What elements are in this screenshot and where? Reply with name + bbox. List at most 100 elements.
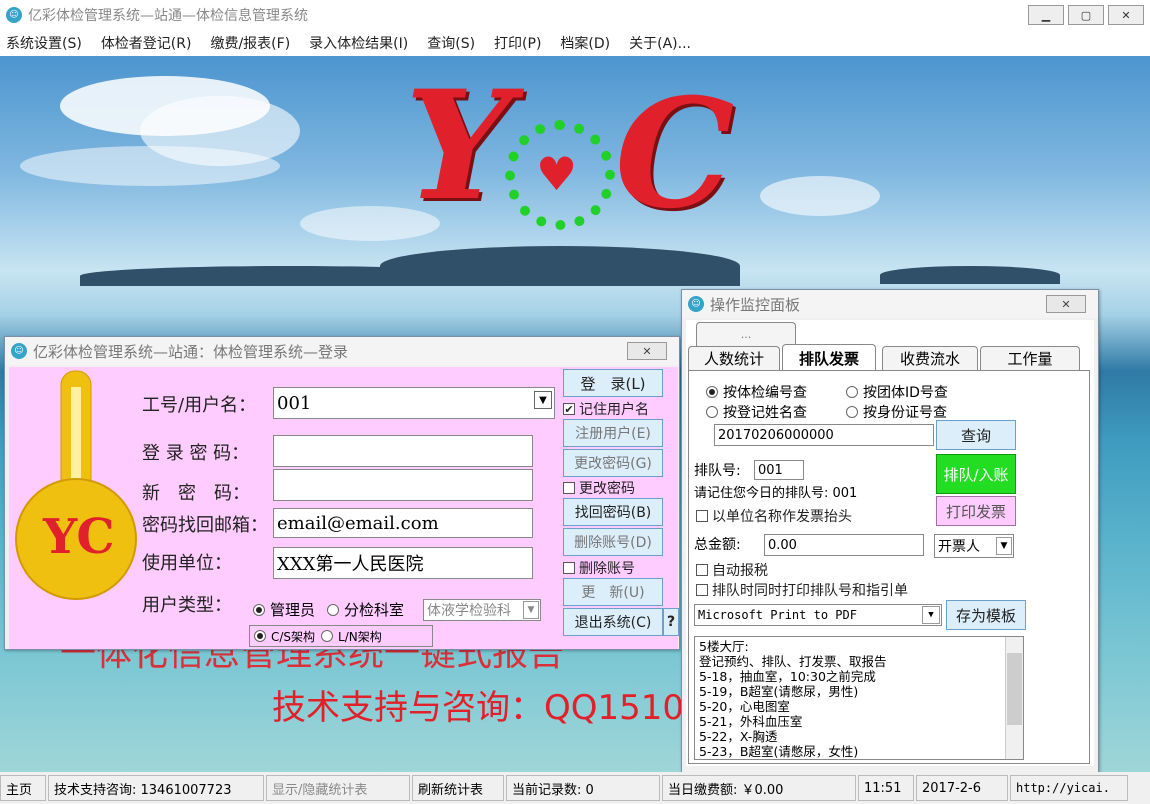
- issuer-value: 开票人: [938, 539, 980, 555]
- exam-no-label: 按体检编号查: [723, 385, 807, 401]
- status-date: 2017-2-6: [916, 775, 1008, 801]
- exit-button[interactable]: 退出系统(C): [563, 608, 663, 636]
- status-time: 11:51: [858, 775, 914, 801]
- heart-icon: ♥: [536, 147, 578, 201]
- close-icon[interactable]: ✕: [1108, 5, 1144, 25]
- issuer-select[interactable]: 开票人 ▼: [934, 534, 1014, 558]
- new-password-label: 新 密 码：: [142, 483, 250, 504]
- tab-queue-invoice[interactable]: 排队发票: [782, 344, 876, 372]
- id-card-label: 按身份证号查: [863, 405, 947, 421]
- logo-letter-c: C: [615, 66, 735, 242]
- print-guide-checkbox[interactable]: 排队时同时打印排队号和指引单: [696, 580, 908, 600]
- menu-system-settings[interactable]: 系统设置(S): [6, 33, 82, 53]
- menu-print[interactable]: 打印(P): [494, 33, 541, 53]
- admin-label: 管理员: [270, 601, 316, 619]
- window-title: 亿彩体检管理系统—站通—体检信息管理系统: [28, 8, 308, 24]
- remember-username-checkbox[interactable]: ✔ 记住用户名: [563, 399, 649, 419]
- tab-headcount[interactable]: 人数统计: [688, 346, 780, 370]
- menu-query[interactable]: 查询(S): [427, 33, 475, 53]
- login-dialog: ☺ 亿彩体检管理系统—站通：体检管理系统—登录 ✕ YC 工号/用户名： 001…: [4, 336, 680, 650]
- change-password-button[interactable]: 更改密码(G): [563, 449, 663, 477]
- new-password-input[interactable]: [273, 469, 533, 501]
- notes-textarea[interactable]: 5楼大厅: 登记预约、排队、打发票、取报告 5-18，抽血室，10:30之前完成…: [694, 636, 1024, 760]
- queue-remember-text: 请记住您今日的排队号: 001: [694, 486, 858, 501]
- queue-enter-button[interactable]: 排队/入账: [936, 454, 1016, 494]
- note-line: 5-22，X-胸透: [699, 729, 778, 744]
- cs-arch-label: C/S架构: [271, 629, 316, 644]
- register-button[interactable]: 注册用户(E): [563, 419, 663, 447]
- note-line: 登记预约、排队、打发票、取报告: [699, 654, 887, 669]
- find-password-button[interactable]: 找回密码(B): [563, 498, 663, 526]
- search-input[interactable]: 20170206000000: [714, 424, 934, 446]
- refresh-stats-button[interactable]: 刷新统计表: [412, 775, 504, 801]
- status-support: 技术支持咨询: 13461007723: [48, 775, 264, 801]
- radio-name[interactable]: [706, 406, 718, 418]
- printer-select[interactable]: Microsoft Print to PDF ▼: [694, 604, 942, 626]
- menu-billing[interactable]: 缴费/报表(F): [210, 33, 290, 53]
- department-select[interactable]: 体液学检验科 ▼: [423, 599, 541, 621]
- unit-invoice-checkbox[interactable]: 以单位名称作发票抬头: [696, 506, 852, 526]
- queue-input[interactable]: 001: [754, 460, 804, 480]
- chevron-down-icon[interactable]: ▼: [534, 391, 552, 409]
- close-icon[interactable]: ✕: [627, 342, 667, 360]
- radio-department[interactable]: [327, 603, 340, 616]
- note-line: 5-21，外科血压室: [699, 714, 803, 729]
- radio-admin[interactable]: [253, 603, 265, 616]
- title-bar: ☺ 亿彩体检管理系统—站通—体检信息管理系统 ▁ ▢ ✕: [0, 0, 1150, 30]
- name-label: 按登记姓名查: [723, 405, 807, 421]
- notes-scrollbar[interactable]: [1005, 637, 1023, 759]
- unit-label: 使用单位：: [142, 553, 232, 574]
- change-password-check-label: 更改密码: [579, 481, 635, 497]
- user-type-label: 用户类型：: [142, 595, 232, 616]
- app-logo-icon: ☺: [6, 7, 22, 23]
- key-logo-text: YC: [43, 509, 115, 565]
- maximize-icon[interactable]: ▢: [1068, 5, 1104, 25]
- tab-workload[interactable]: 工作量: [980, 346, 1080, 370]
- help-button[interactable]: ?: [663, 608, 679, 636]
- radio-cs-arch[interactable]: [254, 630, 266, 642]
- menu-archive[interactable]: 档案(D): [560, 33, 610, 53]
- delete-account-checkbox[interactable]: 删除账号: [563, 558, 635, 578]
- chevron-down-icon[interactable]: ▼: [922, 606, 940, 624]
- status-home[interactable]: 主页: [0, 775, 46, 801]
- print-invoice-button[interactable]: 打印发票: [936, 496, 1016, 526]
- total-amount-input[interactable]: 0.00: [764, 534, 924, 556]
- login-button[interactable]: 登 录(L): [563, 369, 663, 397]
- close-icon[interactable]: ✕: [1046, 295, 1086, 313]
- password-input[interactable]: [273, 435, 533, 467]
- department-value: 体液学检验科: [427, 603, 511, 619]
- query-button[interactable]: 查询: [936, 420, 1016, 450]
- radio-id-card[interactable]: [846, 406, 858, 418]
- menu-registration[interactable]: 体检者登记(R): [101, 33, 192, 53]
- radio-ln-arch[interactable]: [321, 630, 334, 642]
- tab-collapsed[interactable]: ...: [696, 322, 796, 346]
- username-value: 001: [277, 392, 312, 414]
- radio-exam-no[interactable]: [706, 386, 718, 398]
- menu-about[interactable]: 关于(A)...: [629, 33, 691, 53]
- save-template-button[interactable]: 存为模板: [946, 600, 1026, 630]
- unit-input[interactable]: XXX第一人民医院: [273, 547, 533, 579]
- note-line: 5-18，抽血室，10:30之前完成: [699, 669, 876, 684]
- menu-bar: 系统设置(S) 体检者登记(R) 缴费/报表(F) 录入体检结果(I) 查询(S…: [0, 30, 1150, 56]
- delete-account-button[interactable]: 删除账号(D): [563, 528, 663, 556]
- department-label: 分检科室: [344, 601, 405, 619]
- update-button[interactable]: 更 新(U): [563, 578, 663, 606]
- radio-group-id[interactable]: [846, 386, 858, 398]
- menu-results[interactable]: 录入体检结果(I): [309, 33, 408, 53]
- key-icon: [13, 367, 139, 617]
- delete-account-check-label: 删除账号: [579, 561, 635, 577]
- recovery-email-input[interactable]: email@email.com: [273, 508, 533, 538]
- change-password-checkbox[interactable]: 更改密码: [563, 478, 635, 498]
- tab-fee-flow[interactable]: 收费流水: [882, 346, 978, 370]
- toggle-stats-button[interactable]: 显示/隐藏统计表: [266, 775, 410, 801]
- auto-tax-checkbox[interactable]: 自动报税: [696, 560, 768, 580]
- monitor-body: ... 人数统计 排队发票 收费流水 工作量 按体检编号查 按团体ID号查 按登…: [686, 320, 1094, 766]
- username-input[interactable]: 001 ▼: [273, 387, 555, 419]
- monitor-panel: ☺ 操作监控面板 ✕ ... 人数统计 排队发票 收费流水 工作量 按体检编号查…: [681, 289, 1099, 778]
- queue-label: 排队号:: [694, 463, 741, 479]
- app-logo-icon: ☺: [688, 296, 704, 312]
- chevron-down-icon[interactable]: ▼: [523, 601, 539, 619]
- chevron-down-icon[interactable]: ▼: [996, 537, 1012, 555]
- group-id-label: 按团体ID号查: [863, 385, 948, 401]
- minimize-icon[interactable]: ▁: [1028, 5, 1064, 25]
